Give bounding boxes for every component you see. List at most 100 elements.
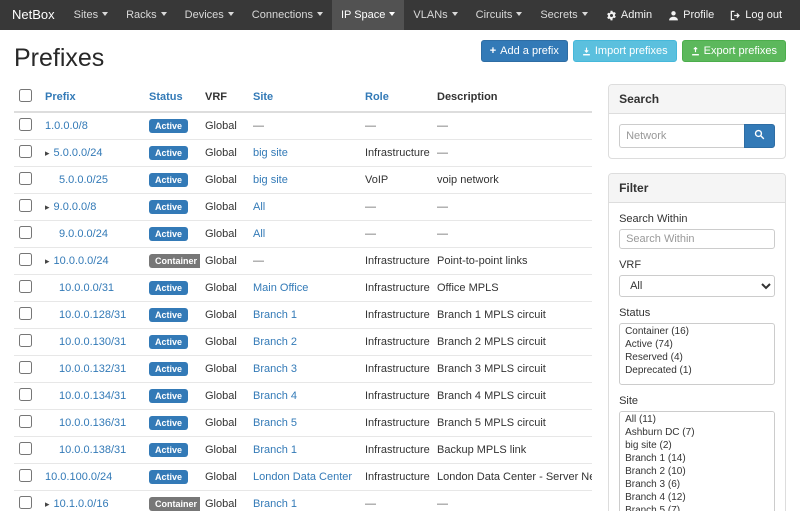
prefix-cell: ▸10.0.0.128/31 — [45, 309, 126, 321]
profile-link[interactable]: Profile — [660, 0, 722, 30]
nav-item-circuits[interactable]: Circuits — [467, 0, 532, 30]
col-header-site[interactable]: Site — [253, 91, 273, 103]
row-checkbox[interactable] — [19, 226, 32, 239]
select-option[interactable]: Active (74) — [620, 338, 774, 351]
vrf-cell: Global — [200, 464, 248, 491]
search-input[interactable] — [619, 124, 744, 148]
prefix-link[interactable]: 10.0.100.0/24 — [45, 471, 112, 483]
nav-link[interactable]: Connections — [243, 0, 332, 30]
export-prefixes-button[interactable]: Export prefixes — [682, 40, 786, 62]
site-link[interactable]: big site — [253, 174, 288, 186]
prefix-link[interactable]: 10.0.0.0/24 — [54, 255, 109, 267]
nav-item-vlans[interactable]: VLANs — [404, 0, 466, 30]
prefix-link[interactable]: 10.0.0.134/31 — [59, 390, 126, 402]
nav-item-connections[interactable]: Connections — [243, 0, 332, 30]
col-header-prefix[interactable]: Prefix — [45, 91, 76, 103]
select-option[interactable]: Ashburn DC (7) — [620, 426, 774, 439]
vrf-cell: Global — [200, 383, 248, 410]
nav-link[interactable]: Racks — [117, 0, 176, 30]
logout-link[interactable]: Log out — [722, 0, 790, 30]
select-option[interactable]: Branch 1 (14) — [620, 452, 774, 465]
prefix-link[interactable]: 10.0.0.138/31 — [59, 444, 126, 456]
select-option[interactable]: Branch 4 (12) — [620, 491, 774, 504]
site-link[interactable]: Branch 1 — [253, 309, 297, 321]
row-checkbox[interactable] — [19, 253, 32, 266]
site-link[interactable]: Main Office — [253, 282, 308, 294]
site-link[interactable]: All — [253, 201, 265, 213]
site-link[interactable]: Branch 1 — [253, 498, 297, 510]
nav-item-secrets[interactable]: Secrets — [531, 0, 596, 30]
admin-link[interactable]: Admin — [598, 0, 660, 30]
search-within-input[interactable] — [619, 229, 775, 249]
site-link[interactable]: Branch 2 — [253, 336, 297, 348]
row-checkbox[interactable] — [19, 172, 32, 185]
site-link[interactable]: Branch 4 — [253, 390, 297, 402]
nav-item-ip-space[interactable]: IP Space — [332, 0, 404, 30]
row-checkbox[interactable] — [19, 307, 32, 320]
select-option[interactable]: Reserved (4) — [620, 351, 774, 364]
nav-link[interactable]: Sites — [65, 0, 117, 30]
row-checkbox[interactable] — [19, 361, 32, 374]
nav-link[interactable]: VLANs — [404, 0, 466, 30]
prefix-link[interactable]: 1.0.0.0/8 — [45, 120, 88, 132]
prefix-link[interactable]: 9.0.0.0/24 — [59, 228, 108, 240]
row-checkbox[interactable] — [19, 388, 32, 401]
nav-item-sites[interactable]: Sites — [65, 0, 117, 30]
row-checkbox[interactable] — [19, 280, 32, 293]
select-option[interactable]: Branch 2 (10) — [620, 465, 774, 478]
select-option[interactable]: big site (2) — [620, 439, 774, 452]
vrf-select[interactable]: All — [619, 275, 775, 297]
nav-link[interactable]: Secrets — [531, 0, 596, 30]
prefix-cell: ▸5.0.0.0/25 — [45, 174, 108, 186]
row-checkbox[interactable] — [19, 118, 32, 131]
nav-item-racks[interactable]: Racks — [117, 0, 176, 30]
main-nav: SitesRacksDevicesConnectionsIP SpaceVLAN… — [65, 0, 598, 30]
select-option[interactable]: Branch 3 (6) — [620, 478, 774, 491]
role-cell: Infrastructure — [360, 383, 432, 410]
col-header-status[interactable]: Status — [149, 91, 183, 103]
row-checkbox[interactable] — [19, 442, 32, 455]
site-link[interactable]: All — [253, 228, 265, 240]
nav-item-logout[interactable]: Log out — [722, 0, 790, 30]
select-option[interactable]: Container (16) — [620, 325, 774, 338]
prefix-link[interactable]: 9.0.0.0/8 — [54, 201, 97, 213]
row-checkbox[interactable] — [19, 199, 32, 212]
status-select[interactable]: Container (16)Active (74)Reserved (4)Dep… — [619, 323, 775, 385]
site-link[interactable]: Branch 3 — [253, 363, 297, 375]
row-checkbox[interactable] — [19, 415, 32, 428]
prefix-link[interactable]: 10.0.0.0/31 — [59, 282, 114, 294]
col-header-role[interactable]: Role — [365, 91, 389, 103]
vrf-cell: Global — [200, 356, 248, 383]
search-button[interactable] — [744, 124, 775, 148]
prefix-link[interactable]: 5.0.0.0/25 — [59, 174, 108, 186]
add-prefix-button[interactable]: + Add a prefix — [481, 40, 568, 62]
prefix-link[interactable]: 5.0.0.0/24 — [54, 147, 103, 159]
nav-link[interactable]: Circuits — [467, 0, 532, 30]
prefix-link[interactable]: 10.0.0.132/31 — [59, 363, 126, 375]
site-link[interactable]: Branch 5 — [253, 417, 297, 429]
site-link[interactable]: Branch 1 — [253, 444, 297, 456]
row-checkbox[interactable] — [19, 496, 32, 509]
prefix-link[interactable]: 10.1.0.0/16 — [54, 498, 109, 510]
site-link[interactable]: big site — [253, 147, 288, 159]
import-prefixes-button[interactable]: Import prefixes — [573, 40, 677, 62]
nav-link[interactable]: IP Space — [332, 0, 404, 30]
nav-item-admin[interactable]: Admin — [598, 0, 660, 30]
prefix-link[interactable]: 10.0.0.130/31 — [59, 336, 126, 348]
select-option[interactable]: All (11) — [620, 413, 774, 426]
brand[interactable]: NetBox — [10, 0, 65, 30]
site-select[interactable]: All (11)Ashburn DC (7)big site (2)Branch… — [619, 411, 775, 511]
row-checkbox[interactable] — [19, 469, 32, 482]
row-checkbox[interactable] — [19, 334, 32, 347]
row-checkbox[interactable] — [19, 145, 32, 158]
nav-item-devices[interactable]: Devices — [176, 0, 243, 30]
select-option[interactable]: Deprecated (1) — [620, 364, 774, 377]
prefix-link[interactable]: 10.0.0.136/31 — [59, 417, 126, 429]
prefix-link[interactable]: 10.0.0.128/31 — [59, 309, 126, 321]
nav-item-profile[interactable]: Profile — [660, 0, 722, 30]
select-all-checkbox[interactable] — [19, 89, 32, 102]
nav-link[interactable]: Devices — [176, 0, 243, 30]
select-option[interactable]: Branch 5 (7) — [620, 504, 774, 511]
role-cell: Infrastructure — [360, 356, 432, 383]
site-link[interactable]: London Data Center — [253, 471, 352, 483]
